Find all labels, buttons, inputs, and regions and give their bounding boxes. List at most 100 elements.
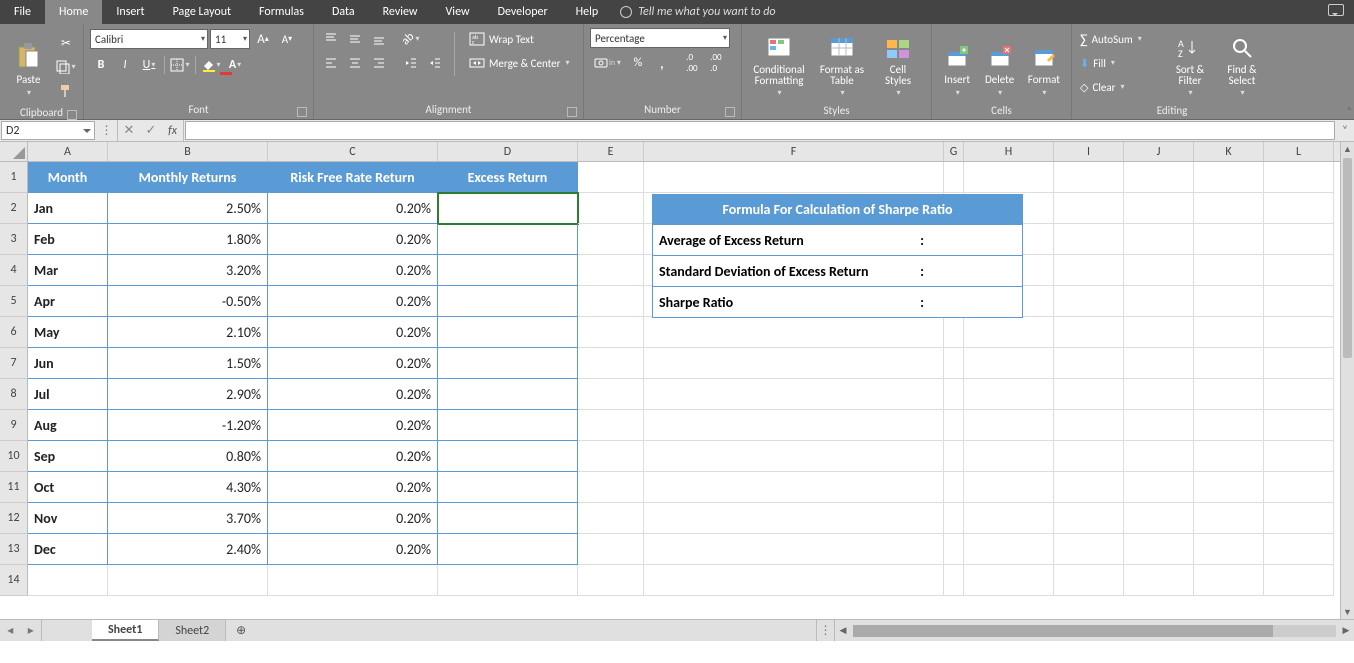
cell[interactable]: Sep [28, 441, 108, 472]
align-middle-button[interactable] [344, 28, 366, 50]
decrease-indent-button[interactable] [400, 52, 422, 74]
dialog-launcher-icon[interactable] [67, 110, 77, 120]
column-header-j[interactable]: J [1124, 142, 1194, 161]
cell[interactable] [438, 286, 578, 317]
cell[interactable] [438, 410, 578, 441]
cell[interactable] [964, 410, 1054, 441]
cell[interactable] [1054, 441, 1124, 472]
cell[interactable] [644, 472, 944, 503]
column-header-k[interactable]: K [1194, 142, 1264, 161]
sheet-nav[interactable]: ◂▸ [0, 620, 42, 641]
row-header-10[interactable]: 10 [0, 441, 28, 472]
cell[interactable] [1124, 193, 1194, 224]
tab-file[interactable]: File [0, 0, 45, 24]
cell[interactable] [1194, 410, 1264, 441]
merge-center-button[interactable]: Merge & Center▾ [463, 52, 576, 74]
wrap-text-button[interactable]: abcWrap Text [463, 28, 576, 50]
cell[interactable] [1054, 410, 1124, 441]
cell[interactable] [964, 317, 1054, 348]
autosum-button[interactable]: ∑AutoSum▾ [1078, 28, 1162, 50]
column-header-h[interactable]: H [964, 142, 1054, 161]
row-header-14[interactable]: 14 [0, 565, 28, 596]
cell[interactable] [438, 193, 578, 224]
cell[interactable] [1194, 193, 1264, 224]
formula-input[interactable] [185, 121, 1335, 140]
tell-me-search[interactable]: Tell me what you want to do [612, 0, 783, 24]
cell[interactable] [644, 162, 944, 193]
decrease-decimal-button[interactable]: .00.0 [705, 52, 727, 74]
cell[interactable] [1124, 410, 1194, 441]
row-header-7[interactable]: 7 [0, 348, 28, 379]
cell[interactable] [1264, 286, 1334, 317]
cell[interactable] [1264, 317, 1334, 348]
cell[interactable] [964, 472, 1054, 503]
cell[interactable]: 0.20% [268, 534, 438, 565]
scroll-left-icon[interactable]: ◀ [835, 625, 851, 636]
cell[interactable] [644, 565, 944, 596]
align-top-button[interactable] [320, 28, 342, 50]
cell[interactable] [1124, 286, 1194, 317]
column-header-d[interactable]: D [438, 142, 578, 161]
cell[interactable] [1124, 503, 1194, 534]
tab-help[interactable]: Help [562, 0, 613, 24]
column-header-g[interactable]: G [944, 142, 964, 161]
cell[interactable] [1264, 410, 1334, 441]
cell[interactable]: Aug [28, 410, 108, 441]
cell[interactable]: Dec [28, 534, 108, 565]
tab-insert[interactable]: Insert [102, 0, 158, 24]
increase-indent-button[interactable] [424, 52, 446, 74]
cell[interactable] [1264, 441, 1334, 472]
cell[interactable] [964, 379, 1054, 410]
cell[interactable]: 2.40% [108, 534, 268, 565]
delete-cells-button[interactable]: Delete▾ [980, 28, 1018, 100]
cell[interactable]: 2.90% [108, 379, 268, 410]
paste-button[interactable]: Paste ▾ [6, 28, 51, 100]
cell[interactable] [438, 441, 578, 472]
column-header-a[interactable]: A [28, 142, 108, 161]
insert-cells-button[interactable]: Insert▾ [938, 28, 976, 100]
cell[interactable] [578, 472, 644, 503]
cell[interactable]: 0.20% [268, 503, 438, 534]
cell[interactable] [578, 317, 644, 348]
cancel-formula-button[interactable]: ✕ [118, 120, 140, 141]
cell[interactable] [1124, 534, 1194, 565]
worksheet-grid[interactable]: ABCDEFGHIJKL 1MonthMonthly ReturnsRisk F… [0, 142, 1354, 619]
find-select-button[interactable]: Find & Select▾ [1218, 28, 1266, 100]
cell[interactable] [578, 503, 644, 534]
cell[interactable]: Jul [28, 379, 108, 410]
cell[interactable] [1124, 379, 1194, 410]
accounting-format-button[interactable]: in ▾ [590, 52, 625, 74]
cell[interactable] [578, 534, 644, 565]
row-header-13[interactable]: 13 [0, 534, 28, 565]
sheet-tab-2[interactable]: Sheet2 [159, 620, 226, 641]
cell[interactable] [578, 193, 644, 224]
increase-font-button[interactable]: A▴ [252, 28, 274, 50]
clear-button[interactable]: ◇Clear▾ [1078, 76, 1162, 98]
cell[interactable] [1264, 162, 1334, 193]
cell[interactable]: Risk Free Rate Return [268, 162, 438, 193]
cell[interactable]: 0.20% [268, 255, 438, 286]
cell[interactable]: 0.20% [268, 348, 438, 379]
cell[interactable] [1054, 224, 1124, 255]
cell[interactable] [1054, 348, 1124, 379]
cell[interactable] [1194, 162, 1264, 193]
cell[interactable] [1194, 503, 1264, 534]
cell[interactable] [644, 503, 944, 534]
cell[interactable]: 0.20% [268, 317, 438, 348]
cell[interactable] [964, 441, 1054, 472]
comma-button[interactable]: , [651, 52, 673, 74]
font-name-combo[interactable]: Calibri▾ [90, 29, 208, 49]
cell[interactable] [578, 379, 644, 410]
cell[interactable] [1194, 379, 1264, 410]
copy-button[interactable]: ▾ [55, 56, 77, 78]
decrease-font-button[interactable]: A▾ [276, 28, 298, 50]
cell[interactable]: 3.20% [108, 255, 268, 286]
cell[interactable]: 2.50% [108, 193, 268, 224]
cell[interactable] [1054, 162, 1124, 193]
cell[interactable]: 1.80% [108, 224, 268, 255]
dialog-launcher-icon[interactable] [725, 107, 735, 117]
cell[interactable] [1264, 255, 1334, 286]
cell[interactable]: 0.20% [268, 224, 438, 255]
increase-decimal-button[interactable]: .0.00 [681, 52, 703, 74]
cell[interactable] [1054, 255, 1124, 286]
